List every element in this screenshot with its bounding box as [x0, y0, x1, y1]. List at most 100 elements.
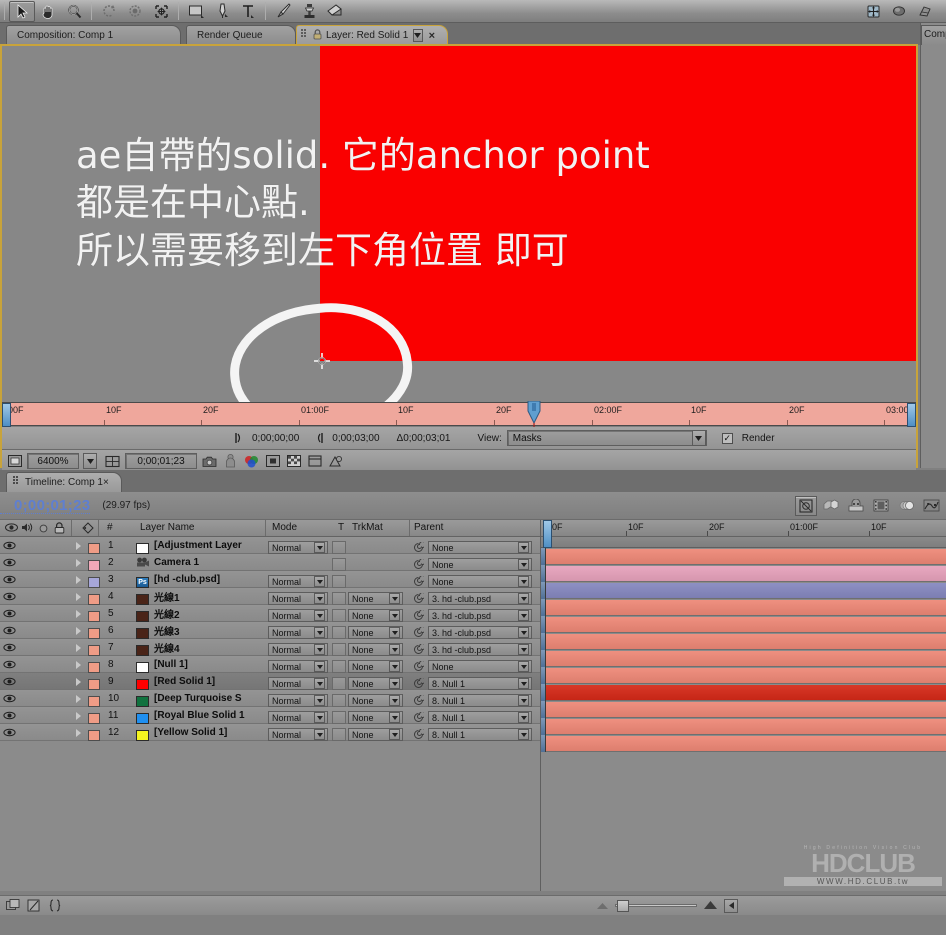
table-row[interactable]: 5 光線2 Normal None 3. hd -club.psd	[0, 605, 540, 622]
layer-trkmat-caret-icon[interactable]	[389, 661, 400, 672]
layer-name[interactable]: [Yellow Solid 1]	[154, 724, 260, 741]
layer-bar-in-handle[interactable]	[541, 548, 546, 565]
layer-trkmat-caret-icon[interactable]	[389, 644, 400, 655]
table-row[interactable]: 11 [Royal Blue Solid 1 Normal None 8. Null 1	[0, 707, 540, 724]
layer-audio-toggle[interactable]	[20, 554, 36, 571]
layer-bar-row[interactable]	[541, 667, 946, 684]
layer-audio-toggle[interactable]	[20, 707, 36, 724]
layer-bar-in-handle[interactable]	[541, 667, 546, 684]
layer-bar-row[interactable]	[541, 718, 946, 735]
layer-parent-dropdown[interactable]: 3. hd -club.psd	[428, 609, 532, 622]
layer-expand-triangle-icon[interactable]	[76, 707, 81, 724]
layer-name-header[interactable]: Layer Name	[140, 522, 194, 533]
table-row[interactable]: 12 [Yellow Solid 1] Normal None 8. Null 1	[0, 724, 540, 741]
zoom-tool[interactable]	[61, 1, 87, 22]
resolution-icon[interactable]	[264, 453, 281, 469]
layer-parent-caret-icon[interactable]	[518, 542, 529, 553]
timeline-playhead[interactable]	[543, 520, 552, 548]
layer-visibility-toggle[interactable]	[3, 724, 16, 741]
tab-lock-icon[interactable]	[313, 28, 322, 43]
view-dropdown[interactable]: Masks	[506, 430, 707, 446]
type-tool[interactable]	[235, 1, 261, 22]
layer-mode-caret-icon[interactable]	[314, 593, 325, 604]
layer-visibility-toggle[interactable]	[3, 588, 16, 605]
layer-parent-dropdown[interactable]: 8. Null 1	[428, 694, 532, 707]
layer-trkmat-dropdown[interactable]: None	[348, 626, 403, 639]
layer-visibility-toggle[interactable]	[3, 690, 16, 707]
tab-layer-red-solid-1[interactable]: Layer: Red Solid 1 ×	[296, 25, 448, 45]
layer-bar-row[interactable]	[541, 582, 946, 599]
motion-blur-icon[interactable]	[895, 496, 917, 516]
table-row[interactable]: 3 Ps [hd -club.psd] Normal None	[0, 571, 540, 588]
fast-previews-icon[interactable]	[327, 453, 344, 469]
layer-parent-dropdown[interactable]: None	[428, 660, 532, 673]
layer-bar-in-handle[interactable]	[541, 718, 546, 735]
viewer-playhead[interactable]	[527, 400, 541, 429]
layer-audio-toggle[interactable]	[20, 537, 36, 554]
layer-audio-toggle[interactable]	[20, 605, 36, 622]
in-point-icon[interactable]	[230, 430, 247, 446]
layer-visibility-toggle[interactable]	[3, 656, 16, 673]
layer-mode-dropdown[interactable]: Normal	[268, 541, 328, 554]
layer-name[interactable]: 光線2	[154, 605, 260, 622]
layer-solo-toggle[interactable]	[38, 571, 53, 588]
layer-bar-row[interactable]	[541, 650, 946, 667]
layer-duration-bar[interactable]	[546, 668, 946, 683]
layer-trkmat-caret-icon[interactable]	[389, 610, 400, 621]
layer-audio-toggle[interactable]	[20, 639, 36, 656]
layer-visibility-toggle[interactable]	[3, 554, 16, 571]
layer-parent-caret-icon[interactable]	[518, 712, 529, 723]
layer-trkmat-dropdown[interactable]: None	[348, 711, 403, 724]
region-of-interest-icon[interactable]	[6, 453, 23, 469]
tab-timeline-comp1[interactable]: Timeline: Comp 1 ×	[6, 472, 122, 492]
eraser-tool[interactable]	[322, 1, 348, 22]
hide-shy-layers-icon[interactable]	[845, 496, 867, 516]
layer-name[interactable]: [Deep Turquoise S	[154, 690, 260, 707]
viewer-current-time-field[interactable]: 0;00;01;23	[125, 453, 197, 469]
transparency-grid-icon[interactable]	[285, 453, 302, 469]
out-point-icon[interactable]	[310, 430, 327, 446]
layer-mode-dropdown[interactable]: Normal	[268, 711, 328, 724]
layer-name[interactable]: 光線1	[154, 588, 260, 605]
layer-parent-caret-icon[interactable]	[518, 729, 529, 740]
layer-lock-toggle[interactable]	[54, 554, 70, 571]
table-row[interactable]: 10 [Deep Turquoise S Normal None 8. Null 1	[0, 690, 540, 707]
layer-visibility-toggle[interactable]	[3, 605, 16, 622]
layer-mode-dropdown[interactable]: Normal	[268, 694, 328, 707]
pen-tool[interactable]	[209, 1, 235, 22]
layer-lock-toggle[interactable]	[54, 571, 70, 588]
layer-bar-in-handle[interactable]	[541, 565, 546, 582]
layer-mode-caret-icon[interactable]	[314, 729, 325, 740]
table-row[interactable]: 7 光線4 Normal None 3. hd -club.psd	[0, 639, 540, 656]
table-row[interactable]: 4 光線1 Normal None 3. hd -club.psd	[0, 588, 540, 605]
layer-mode-caret-icon[interactable]	[314, 695, 325, 706]
layer-parent-dropdown[interactable]: 3. hd -club.psd	[428, 592, 532, 605]
layer-parent-dropdown[interactable]: 3. hd -club.psd	[428, 626, 532, 639]
layer-mode-dropdown[interactable]: Normal	[268, 626, 328, 639]
timeline-ruler[interactable]: 00F10F20F01:00F10F20F	[541, 520, 946, 537]
layer-bar-row[interactable]	[541, 684, 946, 701]
layer-expand-triangle-icon[interactable]	[76, 605, 81, 622]
solo-icon[interactable]	[39, 524, 48, 536]
layer-track-matte-toggle[interactable]	[332, 728, 346, 741]
label-color-icon[interactable]	[81, 522, 94, 537]
layer-solo-toggle[interactable]	[38, 656, 53, 673]
tab-menu-caret-icon[interactable]	[413, 29, 423, 42]
layer-trkmat-dropdown[interactable]: None	[348, 660, 403, 673]
timeline-scroll-left-icon[interactable]	[724, 898, 738, 913]
layer-solo-toggle[interactable]	[38, 639, 53, 656]
layer-name[interactable]: [Adjustment Layer	[154, 537, 260, 554]
layer-lock-toggle[interactable]	[54, 690, 70, 707]
layer-bar-in-handle[interactable]	[541, 633, 546, 650]
layer-label-color[interactable]	[88, 730, 100, 741]
layer-mode-caret-icon[interactable]	[314, 678, 325, 689]
layer-audio-toggle[interactable]	[20, 690, 36, 707]
layer-solo-toggle[interactable]	[38, 622, 53, 639]
layer-solo-toggle[interactable]	[38, 605, 53, 622]
layer-track-matte-toggle[interactable]	[332, 711, 346, 724]
out-point-value[interactable]: 0;00;03;00	[332, 433, 379, 444]
layer-duration-bar[interactable]	[546, 583, 946, 598]
layer-expand-triangle-icon[interactable]	[76, 554, 81, 571]
puppet-starch-tool[interactable]	[912, 1, 938, 22]
layer-label-color[interactable]	[88, 713, 100, 724]
